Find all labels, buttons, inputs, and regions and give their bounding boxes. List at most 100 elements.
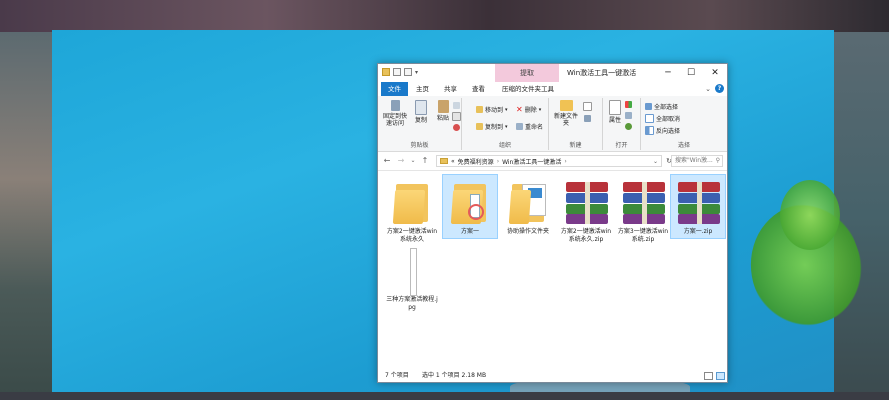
edit-icon[interactable] <box>625 112 632 119</box>
image-thumbnail-icon <box>388 246 436 296</box>
file-item-zip-selected[interactable]: 方案一.zip <box>670 174 726 239</box>
wallpaper-leaves-small <box>780 180 840 250</box>
back-button[interactable]: ← <box>382 155 392 167</box>
select-group: 全部选择 全部取消 反向选择 选择 <box>641 98 727 150</box>
context-tab-extract[interactable]: 提取 <box>495 64 559 82</box>
file-list[interactable]: 方案2一键激活win系统永久 方案一 协助操作文件夹 方案2一键激活win系统永… <box>378 171 727 369</box>
properties-label: 属性 <box>608 117 621 124</box>
tab-compressed-tools[interactable]: 压缩的文件夹工具 <box>496 82 560 96</box>
breadcrumb-current-folder[interactable]: Win激活工具一键激活 <box>502 157 561 166</box>
rename-button[interactable]: 重命名 <box>516 122 543 131</box>
open-small-tools <box>625 101 632 130</box>
breadcrumb-separator[interactable]: › <box>564 158 566 165</box>
new-group-label: 新建 <box>569 142 582 149</box>
open-group-label: 打开 <box>615 142 628 149</box>
breadcrumb-free-resources[interactable]: 免费福利资源 <box>458 157 494 166</box>
close-button[interactable]: ✕ <box>704 64 726 82</box>
file-name: 方案3一键激活win系统.zip <box>617 228 669 243</box>
tab-share[interactable]: 共享 <box>438 82 463 96</box>
help-area: ⌄ ? <box>705 84 724 93</box>
clipboard-group-label: 剪贴板 <box>410 142 429 149</box>
recent-locations-button[interactable]: ⌄ <box>408 155 418 167</box>
paste-icon <box>437 100 449 113</box>
title-bar[interactable]: ▾ 提取 Win激活工具一键激活 ─ ☐ ✕ <box>378 64 727 82</box>
file-name: 三种方案激活教程.jpg <box>386 296 438 311</box>
delete-button[interactable]: ✕ 删除 ▾ <box>516 105 541 114</box>
copy-label: 复制 <box>414 117 427 124</box>
selection-info: 选中 1 个项目 2.18 MB <box>422 372 487 379</box>
copy-path-icon[interactable] <box>453 102 460 109</box>
winrar-archive-icon <box>562 178 610 226</box>
address-dropdown-icon[interactable]: ⌄ <box>653 158 658 165</box>
minimize-button[interactable]: ─ <box>657 64 679 82</box>
address-bar[interactable]: « 免费福利资源 › Win激活工具一键激活 › ⌄ <box>436 155 662 167</box>
winrar-archive-icon <box>619 178 667 226</box>
move-to-button[interactable]: 移动到 ▾ <box>476 105 508 114</box>
file-name: 方案2一键激活win系统永久.zip <box>560 228 612 243</box>
paste-shortcut-icon[interactable] <box>452 112 461 121</box>
properties-button[interactable]: 属性 <box>605 100 625 124</box>
new-item-icon[interactable] <box>583 102 592 111</box>
open-group: 属性 打开 <box>603 98 641 150</box>
organize-group: 移动到 ▾ 复制到 ▾ ✕ 删除 ▾ 重命名 组织 <box>462 98 549 150</box>
help-icon[interactable]: ? <box>715 84 724 93</box>
search-icon: ⚲ <box>715 157 720 164</box>
select-none-button[interactable]: 全部取消 <box>645 114 680 123</box>
copy-to-button[interactable]: 复制到 ▾ <box>476 122 508 131</box>
forward-button[interactable]: → <box>396 155 406 167</box>
new-small-tools <box>583 102 592 122</box>
copy-to-icon <box>476 123 483 130</box>
file-item-folder[interactable]: 方案2一键激活win系统永久 <box>384 175 440 245</box>
breadcrumb-separator[interactable]: › <box>497 158 499 165</box>
collapse-ribbon-icon[interactable]: ⌄ <box>705 85 711 93</box>
tab-view[interactable]: 查看 <box>466 82 491 96</box>
winrar-archive-icon <box>674 178 722 226</box>
search-placeholder: 搜索"Win激... <box>675 157 713 164</box>
file-item-zip[interactable]: 方案3一键激活win系统.zip <box>615 175 671 245</box>
invert-selection-icon <box>645 126 654 135</box>
wallpaper-top <box>0 0 889 32</box>
select-all-icon <box>645 103 652 110</box>
item-count: 7 个项目 <box>385 372 409 379</box>
paste-button[interactable]: 粘贴 <box>432 100 454 122</box>
details-view-icon[interactable] <box>704 372 713 380</box>
easy-access-icon[interactable] <box>584 115 591 122</box>
clipboard-group: 固定到快速访问 复制 粘贴 剪贴板 <box>378 98 462 150</box>
search-input[interactable]: 搜索"Win激... ⚲ <box>671 155 723 167</box>
new-folder-quick-icon[interactable] <box>404 68 412 76</box>
file-item-zip[interactable]: 方案2一键激活win系统永久.zip <box>558 175 614 245</box>
pin-quick-access-button[interactable]: 固定到快速访问 <box>381 100 409 127</box>
new-folder-button[interactable]: 新建文件夹 <box>553 100 579 127</box>
folder-icon <box>440 158 448 164</box>
tab-home[interactable]: 主页 <box>410 82 435 96</box>
maximize-button[interactable]: ☐ <box>680 64 702 82</box>
large-icons-view-icon[interactable] <box>716 372 725 380</box>
move-to-label: 移动到 <box>485 107 504 114</box>
file-name: 方案一 <box>460 228 479 235</box>
quick-access-toolbar: ▾ <box>382 68 418 76</box>
rename-label: 重命名 <box>525 124 544 131</box>
tab-file[interactable]: 文件 <box>381 82 408 96</box>
file-item-image[interactable]: 三种方案激活教程.jpg <box>384 243 440 313</box>
open-icon[interactable] <box>625 101 632 108</box>
pin-label: 固定到快速访问 <box>382 113 407 127</box>
address-bar-row: ← → ⌄ ↑ « 免费福利资源 › Win激活工具一键激活 › ⌄ ↻ 搜索"… <box>378 152 727 171</box>
move-to-icon <box>476 106 483 113</box>
invert-selection-button[interactable]: 反向选择 <box>645 126 680 135</box>
file-item-folder[interactable]: 协助操作文件夹 <box>500 175 556 238</box>
file-item-folder-selected[interactable]: 方案一 <box>442 174 498 239</box>
select-all-button[interactable]: 全部选择 <box>645 102 678 111</box>
clipboard-small-tools <box>452 102 461 131</box>
up-button[interactable]: ↑ <box>420 155 430 167</box>
folder-icon <box>382 68 390 76</box>
copy-button[interactable]: 复制 <box>410 100 432 124</box>
copy-icon <box>415 100 427 115</box>
cut-icon[interactable] <box>453 124 460 131</box>
properties-quick-icon[interactable] <box>393 68 401 76</box>
qat-dropdown-icon[interactable]: ▾ <box>415 69 418 76</box>
folder-icon <box>446 178 494 226</box>
file-explorer-window: ▾ 提取 Win激活工具一键激活 ─ ☐ ✕ 文件 主页 共享 查看 压缩的文件… <box>377 63 728 383</box>
breadcrumb-overflow[interactable]: « <box>451 158 455 165</box>
history-icon[interactable] <box>625 123 632 130</box>
folder-docs-icon <box>504 178 552 226</box>
